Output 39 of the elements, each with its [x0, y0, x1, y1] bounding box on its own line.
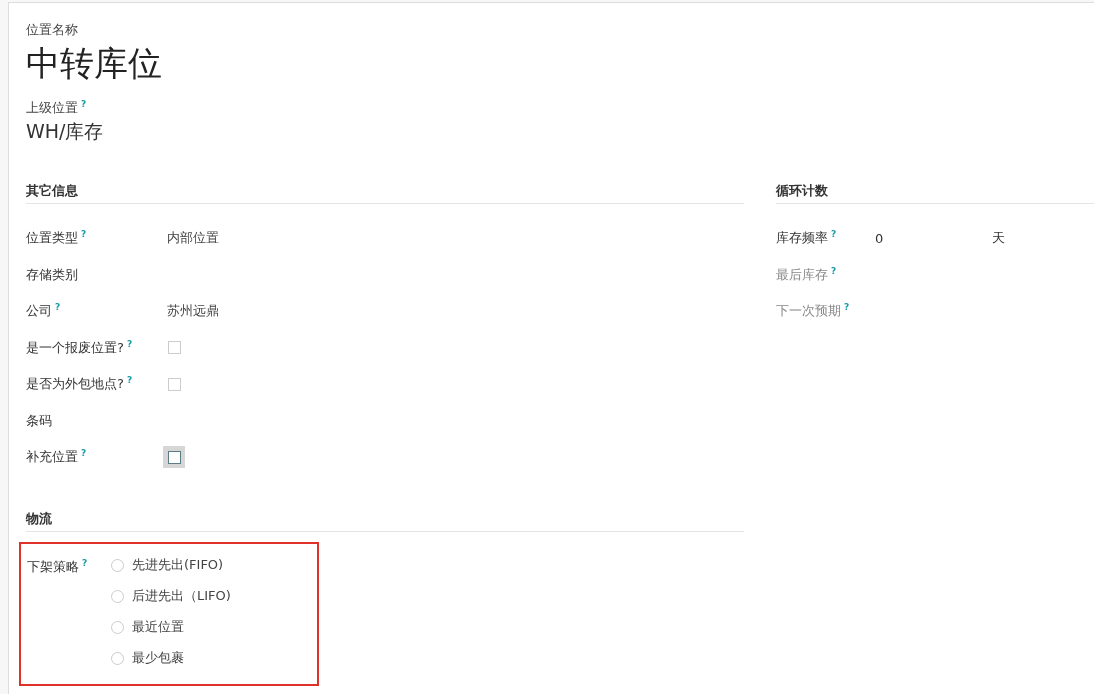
help-mark[interactable]: ? [82, 557, 88, 568]
field-label: 位置类型 [26, 230, 78, 246]
field-label: 是一个报废位置? [26, 339, 124, 355]
field-value: 苏州远鼎 [167, 302, 219, 321]
location-name: 中转库位 [26, 42, 163, 85]
field-value: 0 [875, 230, 885, 246]
help-mark[interactable]: ? [126, 375, 133, 386]
checkbox[interactable] [167, 341, 181, 355]
parent-location-value: WH/库存 [26, 119, 105, 144]
section-title: 循环计数 [776, 182, 1094, 204]
help-mark[interactable]: ? [81, 99, 87, 109]
radio-label[interactable]: 后进先出（LIFO) [132, 587, 231, 605]
field-label: 位置名称 [26, 21, 79, 39]
help-mark[interactable]: ? [844, 302, 850, 313]
help-mark[interactable]: ? [831, 229, 837, 240]
field-label: 条码 [26, 412, 52, 428]
checkbox[interactable] [167, 377, 181, 391]
help-mark[interactable]: ? [126, 338, 133, 349]
field-label: 最后库存 [776, 266, 828, 282]
field-label: 公司 [26, 303, 52, 319]
field-label: 下一次预期 [776, 303, 841, 319]
field-label: 补充位置 [26, 449, 78, 465]
unit-label: 天 [992, 229, 1005, 248]
section-title: 其它信息 [26, 182, 744, 204]
radio-label[interactable]: 最少包裹 [132, 649, 184, 667]
field-label: 上级位置 [26, 100, 78, 115]
checkbox[interactable] [167, 450, 181, 464]
help-mark[interactable]: ? [81, 229, 87, 240]
field-label: 库存频率 [776, 230, 828, 246]
section-title: 物流 [26, 509, 744, 532]
field-label: 存储类别 [26, 266, 78, 282]
field-label: 是否为外包地点? [26, 376, 124, 392]
help-mark[interactable]: ? [81, 448, 87, 459]
help-mark[interactable]: ? [55, 302, 61, 313]
radio-label[interactable]: 先进先出(FIFO) [132, 556, 224, 574]
help-mark[interactable]: ? [831, 265, 837, 276]
field-label: 下架策略 [27, 558, 79, 574]
radio-label[interactable]: 最近位置 [132, 618, 184, 636]
field-value: 内部位置 [167, 229, 219, 248]
